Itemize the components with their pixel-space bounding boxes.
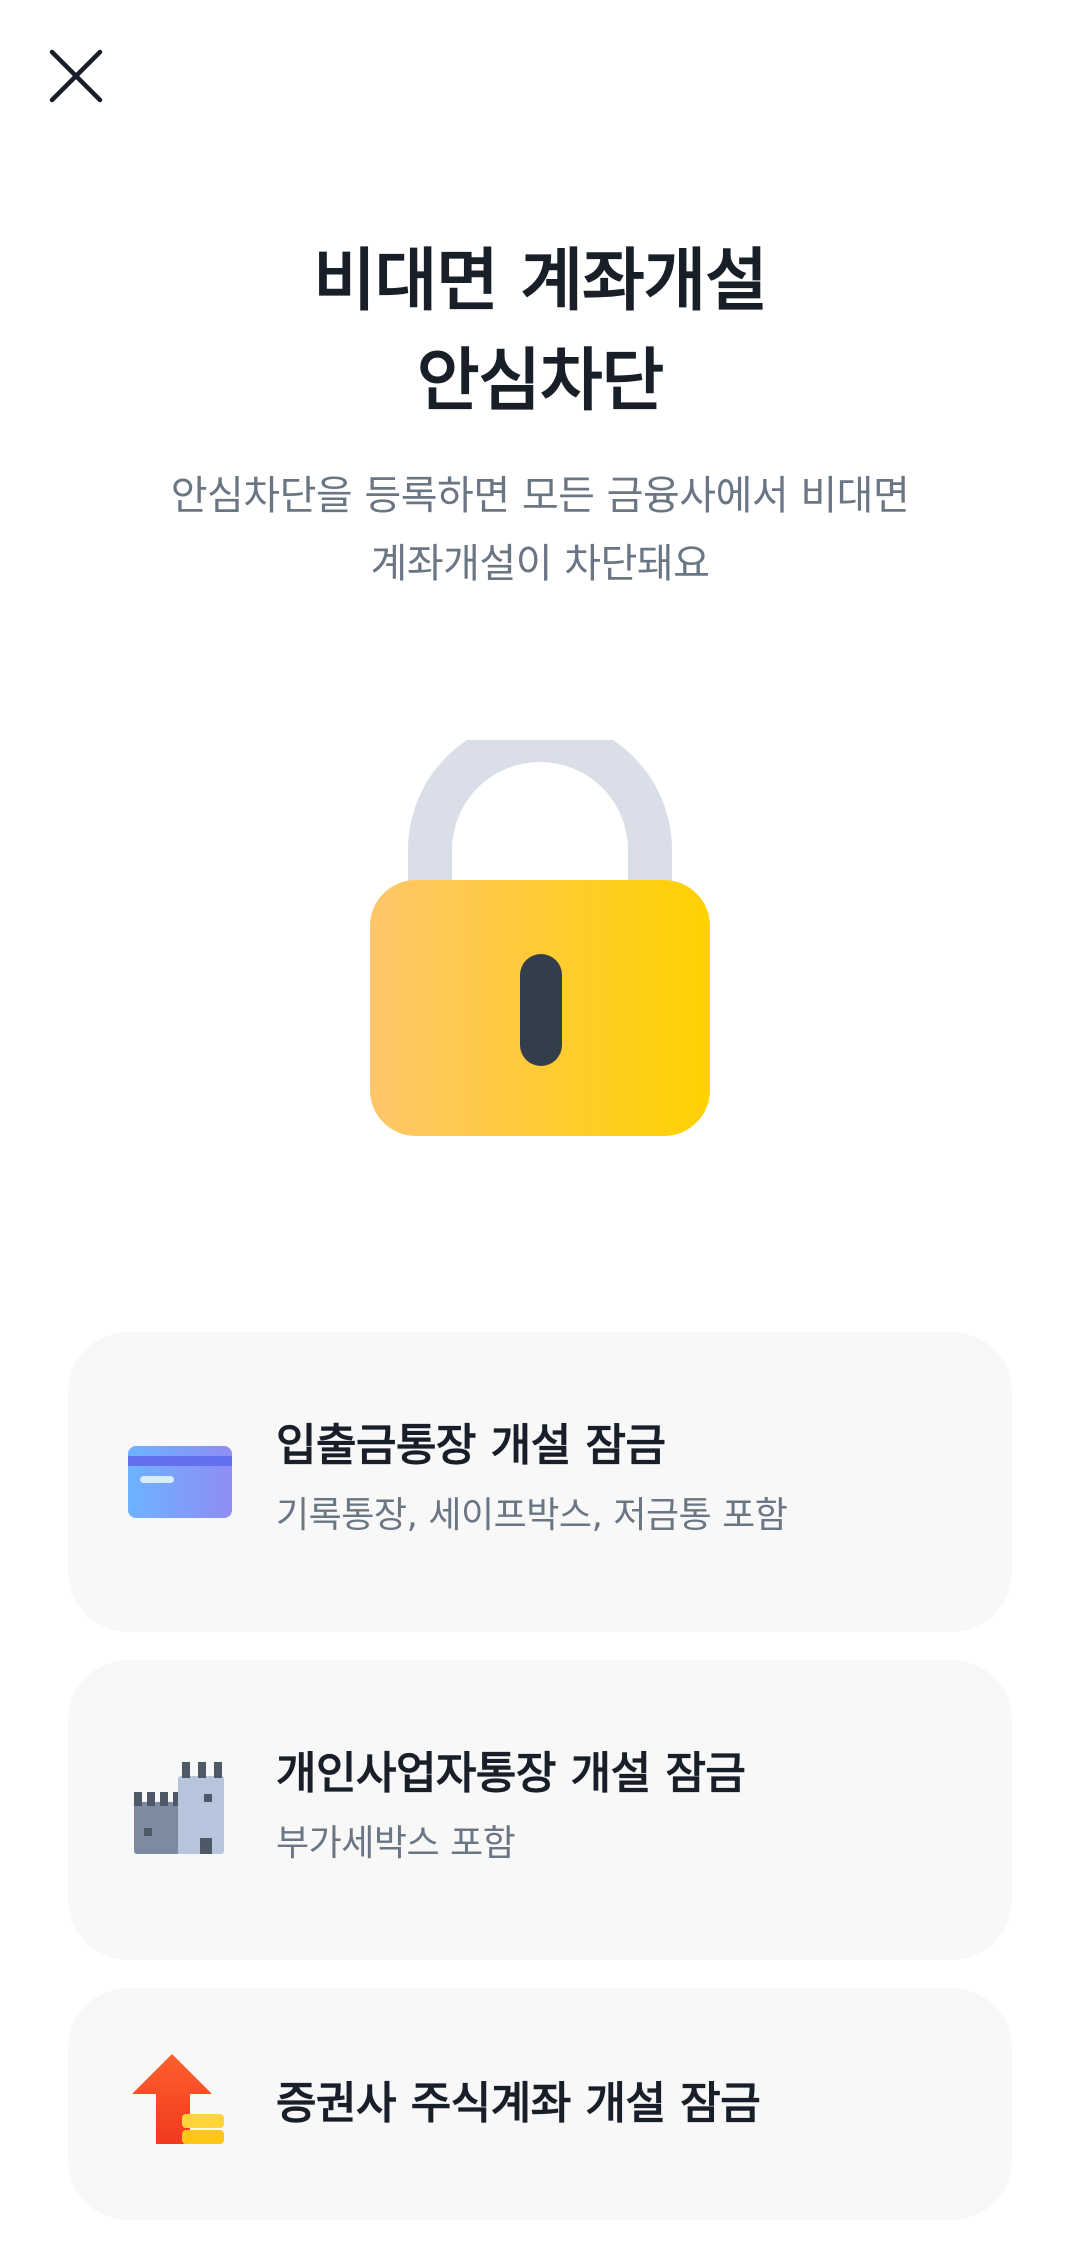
option-description: 부가세박스 포함 [276,1823,516,1864]
option-business-account-lock[interactable]: 개인사업자통장 개설 잠금 부가세박스 포함 [68,1660,1012,1960]
credit-card-icon [128,1446,232,1518]
padlock-icon [370,718,710,1136]
page-title-line-1: 비대면 계좌개설 [313,242,768,321]
stock-up-arrow-icon [132,2054,224,2144]
option-title: 증권사 주식계좌 개설 잠금 [276,2078,761,2129]
close-button[interactable] [40,40,112,112]
close-icon [49,49,103,103]
page-subtitle-line-2: 계좌개설이 차단돼요 [370,541,710,587]
option-deposit-account-lock[interactable]: 입출금통장 개설 잠금 기록통장, 세이프박스, 저금통 포함 [68,1332,1012,1632]
option-stock-account-lock[interactable]: 증권사 주식계좌 개설 잠금 [68,1988,1012,2220]
option-title: 개인사업자통장 개설 잠금 [276,1748,746,1799]
page-title: 비대면 계좌개설 안심차단 [0,232,1080,432]
building-icon [134,1762,224,1854]
page-subtitle: 안심차단을 등록하면 모든 금융사에서 비대면 계좌개설이 차단돼요 [0,462,1080,598]
page-subtitle-line-1: 안심차단을 등록하면 모든 금융사에서 비대면 [170,473,910,519]
card-icon-wrapper [124,2048,236,2160]
padlock-illustration [368,718,712,1140]
card-icon-wrapper [124,1426,236,1538]
option-title: 입출금통장 개설 잠금 [276,1420,666,1471]
option-description: 기록통장, 세이프박스, 저금통 포함 [276,1495,788,1536]
card-icon-wrapper [124,1754,236,1866]
page-title-line-2: 안심차단 [416,342,664,421]
